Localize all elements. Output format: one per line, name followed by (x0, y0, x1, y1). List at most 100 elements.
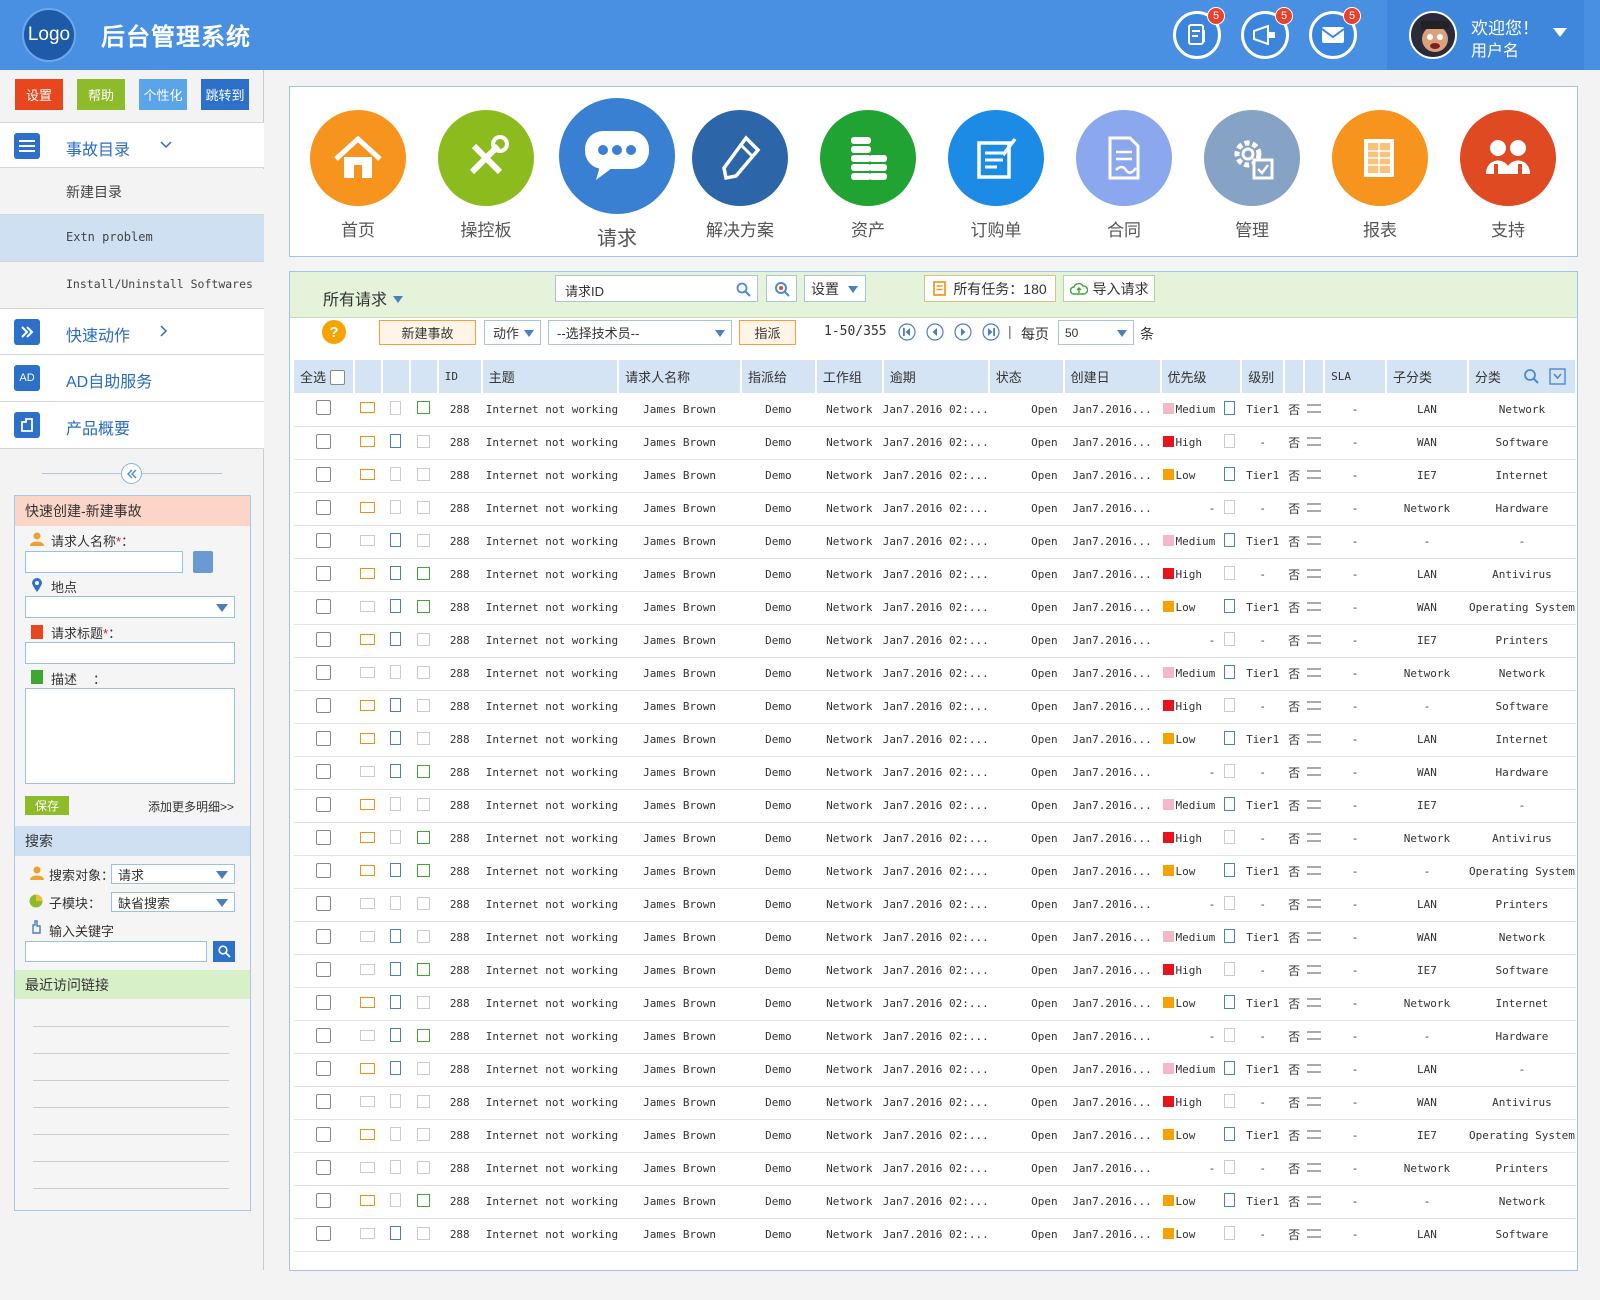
cell-subject[interactable]: Internet not working (481, 789, 619, 823)
note-icon[interactable] (390, 566, 402, 580)
note-cell[interactable] (381, 1086, 410, 1120)
cell-subject[interactable]: Internet not working (481, 1119, 619, 1153)
edit-icon[interactable] (417, 764, 431, 778)
mail-cell[interactable] (353, 1053, 382, 1087)
cell-subject[interactable]: Internet not working (481, 459, 619, 493)
table-row[interactable]: 288 Internet not working James Brown Demo Ne… (294, 459, 1576, 493)
flow-cell[interactable] (1304, 954, 1325, 988)
level-note-cell[interactable] (1217, 987, 1242, 1021)
level-note-icon[interactable] (1223, 797, 1235, 811)
table-row[interactable]: 288 Internet not working James Brown Demo Ne… (294, 1152, 1576, 1186)
level-note-icon[interactable] (1223, 995, 1235, 1009)
edit-cell[interactable] (409, 1053, 438, 1087)
table-row[interactable]: 288 Internet not working James Brown Demo Ne… (294, 657, 1576, 691)
level-note-icon[interactable] (1223, 731, 1235, 745)
mail-cell[interactable] (353, 888, 382, 922)
flow-cell[interactable] (1304, 558, 1325, 592)
level-note-icon[interactable] (1223, 1127, 1235, 1141)
row-select[interactable] (294, 822, 354, 856)
logo[interactable]: Logo (22, 8, 76, 62)
nav-incident-catalog[interactable]: 事故目录 (0, 122, 264, 168)
note-cell[interactable] (381, 1119, 410, 1153)
cell-subject[interactable]: Internet not working (481, 1185, 619, 1219)
note-cell[interactable] (381, 393, 410, 427)
edit-icon[interactable] (417, 1226, 431, 1240)
edit-icon[interactable] (417, 1094, 431, 1108)
row-select[interactable] (294, 921, 354, 955)
edit-cell[interactable] (409, 525, 438, 559)
mail-cell[interactable] (353, 789, 382, 823)
row-select[interactable] (294, 1086, 354, 1120)
search-icon[interactable] (736, 282, 751, 297)
cell-subject[interactable]: Internet not working (481, 1053, 619, 1087)
edit-cell[interactable] (409, 723, 438, 757)
mail-cell[interactable] (353, 954, 382, 988)
table-row[interactable]: 288 Internet not working James Brown Demo Ne… (294, 855, 1576, 889)
level-note-cell[interactable] (1217, 558, 1242, 592)
note-icon[interactable] (390, 400, 402, 415)
cell-subject[interactable]: Internet not working (481, 1086, 619, 1120)
cell-subject[interactable]: Internet not working (481, 954, 619, 988)
col-level-header[interactable]: 级别 (1241, 360, 1286, 393)
note-cell[interactable] (381, 1053, 410, 1087)
row-select[interactable] (294, 987, 354, 1021)
module-requests[interactable]: 请求 (549, 98, 685, 251)
mail-icon[interactable] (360, 567, 376, 579)
technician-select[interactable]: --选择技术员-- (548, 320, 732, 345)
note-cell[interactable] (381, 987, 410, 1021)
level-note-icon[interactable] (1223, 665, 1235, 679)
row-checkbox[interactable] (316, 730, 332, 746)
note-icon[interactable] (390, 1160, 402, 1174)
level-note-icon[interactable] (1223, 830, 1235, 844)
level-note-icon[interactable] (1223, 500, 1235, 514)
search-button[interactable] (213, 941, 235, 962)
row-select[interactable] (294, 426, 354, 460)
flow-icon[interactable] (1307, 503, 1322, 512)
level-note-cell[interactable] (1217, 822, 1242, 856)
note-icon[interactable] (390, 467, 402, 481)
flow-cell[interactable] (1304, 855, 1325, 889)
level-note-cell[interactable] (1217, 855, 1242, 889)
chevron-down-icon[interactable] (160, 141, 172, 149)
level-note-icon[interactable] (1223, 434, 1235, 448)
flow-icon[interactable] (1307, 1196, 1322, 1205)
flow-icon[interactable] (1307, 932, 1322, 941)
mail-icon[interactable] (360, 633, 376, 645)
row-select[interactable] (294, 459, 354, 493)
flow-icon[interactable] (1307, 866, 1322, 875)
mail-cell[interactable] (353, 1119, 382, 1153)
nav-quick-actions[interactable]: 快速动作 (0, 309, 264, 355)
table-row[interactable]: 288 Internet not working James Brown Demo Ne… (294, 525, 1576, 559)
mail-cell[interactable] (353, 558, 382, 592)
mail-icon[interactable] (360, 963, 376, 975)
mail-cell[interactable] (353, 492, 382, 526)
module-solutions[interactable]: 解决方案 (685, 110, 795, 241)
subject-input[interactable] (25, 642, 235, 664)
mail-icon[interactable] (360, 996, 376, 1008)
note-cell[interactable] (381, 954, 410, 988)
row-select[interactable] (294, 492, 354, 526)
mail-cell[interactable] (353, 657, 382, 691)
level-note-cell[interactable] (1217, 756, 1242, 790)
flow-icon[interactable] (1307, 470, 1322, 479)
level-note-cell[interactable] (1217, 1218, 1242, 1252)
first-page-icon[interactable] (898, 323, 916, 341)
flow-icon[interactable] (1307, 536, 1322, 545)
new-incident-button[interactable]: 新建事故 (379, 320, 476, 345)
requester-input[interactable] (25, 551, 183, 573)
row-checkbox[interactable] (316, 1027, 332, 1043)
flow-icon[interactable] (1307, 1031, 1322, 1040)
row-checkbox[interactable] (316, 532, 332, 548)
cell-subject[interactable]: Internet not working (481, 921, 619, 955)
cell-subject[interactable]: Internet not working (481, 987, 619, 1021)
row-checkbox[interactable] (316, 862, 332, 878)
row-checkbox[interactable] (316, 895, 332, 911)
flow-icon[interactable] (1307, 800, 1322, 809)
mail-icon[interactable] (360, 402, 376, 414)
flow-icon[interactable] (1307, 1130, 1322, 1139)
level-note-icon[interactable] (1223, 533, 1235, 547)
location-select[interactable] (25, 596, 235, 618)
note-cell[interactable] (381, 888, 410, 922)
note-icon[interactable] (390, 1127, 402, 1141)
table-row[interactable]: 288 Internet not working James Brown Demo Ne… (294, 954, 1576, 988)
